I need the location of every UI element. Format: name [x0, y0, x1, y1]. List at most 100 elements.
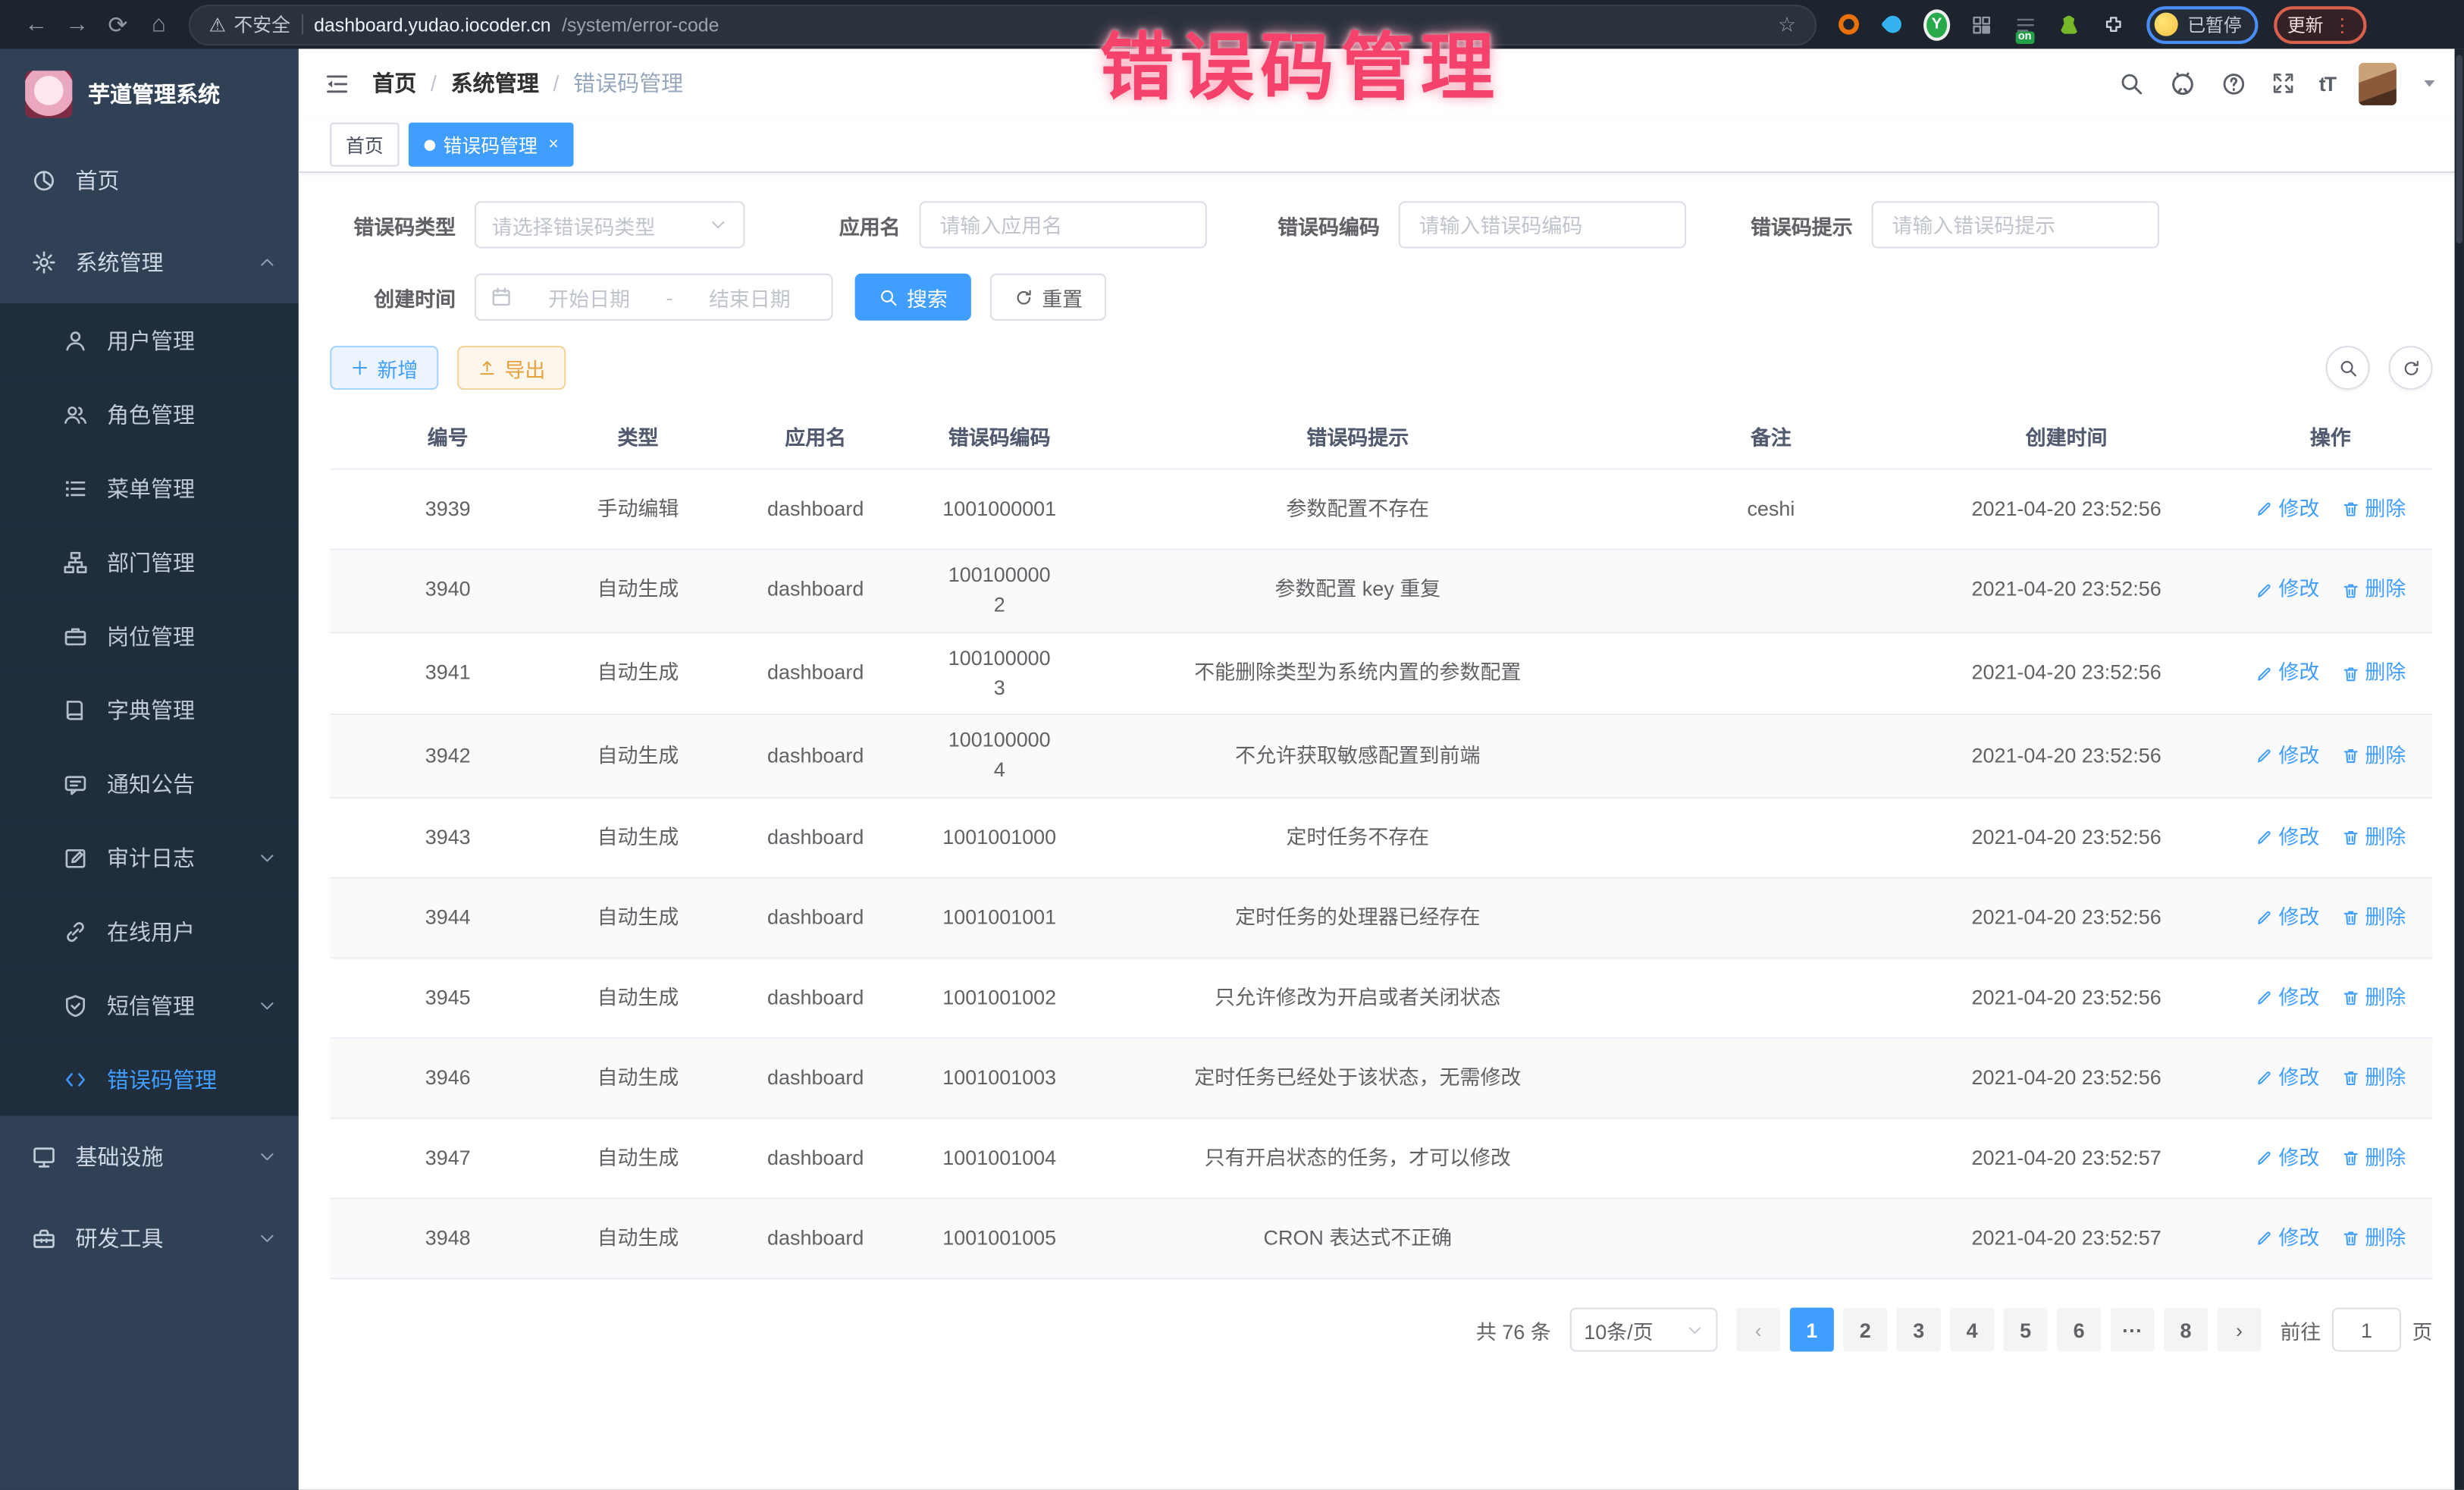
browser-update-button[interactable]: 更新 ⋮: [2273, 5, 2365, 43]
delete-link[interactable]: 删除: [2341, 742, 2406, 771]
extensions-puzzle-icon[interactable]: [2099, 11, 2126, 38]
edit-link[interactable]: 修改: [2255, 494, 2319, 524]
delete-link[interactable]: 删除: [2341, 1143, 2406, 1173]
browser-forward-icon[interactable]: →: [57, 11, 98, 38]
create-time-range-picker[interactable]: 开始日期 - 结束日期: [475, 274, 833, 321]
page-scrollbar[interactable]: [2455, 49, 2464, 1490]
browser-reload-icon[interactable]: ⟳: [98, 10, 139, 38]
cell-code: 1001001003: [921, 1052, 1078, 1104]
error-code-input[interactable]: [1416, 212, 1669, 238]
edit-link[interactable]: 修改: [2255, 576, 2319, 605]
sidebar-item-sms[interactable]: 短信管理: [0, 968, 299, 1042]
cell-id: 3944: [330, 892, 566, 944]
app-name-input[interactable]: [936, 212, 1190, 238]
delete-link[interactable]: 删除: [2341, 1224, 2406, 1253]
sidebar-item-post[interactable]: 岗位管理: [0, 599, 299, 673]
browser-home-icon[interactable]: ⌂: [138, 11, 179, 38]
toggle-search-button[interactable]: [2326, 346, 2370, 390]
browser-profile-chip[interactable]: 已暂停: [2146, 5, 2257, 43]
browser-menu-kebab-icon[interactable]: ⋮: [2333, 14, 2352, 36]
help-icon[interactable]: [2220, 70, 2246, 96]
pager-page-6[interactable]: 6: [2057, 1308, 2101, 1352]
font-size-icon[interactable]: tT: [2319, 71, 2335, 95]
sidebar-item-user[interactable]: 用户管理: [0, 303, 299, 377]
cell-time: 2021-04-20 23:52:56: [1904, 812, 2228, 864]
bookmark-star-icon[interactable]: ☆: [1778, 12, 1796, 37]
sidebar-item-audit[interactable]: 审计日志: [0, 820, 299, 894]
pager-page-4[interactable]: 4: [1950, 1308, 1994, 1352]
delete-link[interactable]: 删除: [2341, 494, 2406, 524]
sidebar-item-dict[interactable]: 字典管理: [0, 673, 299, 746]
sidebar-collapse-icon[interactable]: [324, 70, 350, 96]
sidebar-item-devtools[interactable]: 研发工具: [0, 1197, 299, 1279]
extension-orange-icon[interactable]: [1835, 11, 1862, 38]
error-type-select[interactable]: 请选择错误码类型: [475, 201, 745, 248]
pager-page-3[interactable]: 3: [1897, 1308, 1941, 1352]
github-icon[interactable]: [2168, 69, 2196, 97]
delete-link[interactable]: 删除: [2341, 823, 2406, 852]
chevron-down-icon: [258, 848, 277, 867]
pager-next[interactable]: ›: [2218, 1308, 2262, 1352]
pencil-icon: [2255, 1069, 2274, 1088]
add-button[interactable]: 新增: [330, 346, 438, 390]
edit-link[interactable]: 修改: [2255, 823, 2319, 852]
table-row: 3945自动生成dashboard1001001002只允许修改为开启或者关闭状…: [330, 958, 2432, 1039]
edit-link[interactable]: 修改: [2255, 742, 2319, 771]
address-bar[interactable]: ⚠不安全 dashboard.yudao.iocoder.cn/system/e…: [189, 4, 1817, 45]
user-avatar[interactable]: [2359, 62, 2397, 105]
sidebar-item-infra[interactable]: 基础设施: [0, 1116, 299, 1198]
chevron-down-icon[interactable]: [2420, 74, 2439, 93]
pager-page-5[interactable]: 5: [2004, 1308, 2048, 1352]
sidebar-item-menu[interactable]: 菜单管理: [0, 451, 299, 525]
error-hint-input[interactable]: [1889, 212, 2142, 238]
breadcrumb-system[interactable]: 系统管理: [451, 67, 539, 99]
extension-grid-icon[interactable]: [1967, 11, 1994, 38]
not-secure-indicator[interactable]: ⚠不安全: [209, 11, 290, 38]
table-row: 3947自动生成dashboard1001001004只有开启状态的任务，才可以…: [330, 1119, 2432, 1200]
edit-link[interactable]: 修改: [2255, 983, 2319, 1013]
sidebar-item-notice[interactable]: 通知公告: [0, 747, 299, 820]
export-button[interactable]: 导出: [457, 346, 566, 390]
tab-error-code[interactable]: 错误码管理 ×: [409, 123, 575, 167]
extension-blue-drop-icon[interactable]: [1879, 11, 1906, 38]
reset-button[interactable]: 重置: [990, 274, 1106, 321]
browser-back-icon[interactable]: ←: [16, 11, 57, 38]
sidebar-item-errorcode[interactable]: 错误码管理: [0, 1042, 299, 1115]
sidebar-item-system[interactable]: 系统管理: [0, 221, 299, 303]
search-icon[interactable]: [2118, 70, 2144, 96]
sidebar-item-role[interactable]: 角色管理: [0, 377, 299, 450]
extension-onetab-icon[interactable]: on: [2011, 11, 2038, 38]
tab-home[interactable]: 首页: [330, 123, 399, 167]
edit-link[interactable]: 修改: [2255, 903, 2319, 933]
page-size-select[interactable]: 10条/页: [1570, 1308, 1718, 1352]
sidebar-item-home[interactable]: 首页: [0, 140, 299, 221]
book-icon: [63, 697, 88, 722]
close-icon[interactable]: ×: [548, 135, 558, 154]
goto-page-input[interactable]: [2332, 1308, 2401, 1352]
pager-page-8[interactable]: 8: [2164, 1308, 2208, 1352]
sidebar: 芋道管理系统 首页系统管理用户管理角色管理菜单管理部门管理岗位管理字典管理通知公…: [0, 49, 299, 1490]
pager-page-1[interactable]: 1: [1790, 1308, 1834, 1352]
delete-link[interactable]: 删除: [2341, 903, 2406, 933]
delete-link[interactable]: 删除: [2341, 1063, 2406, 1093]
delete-link[interactable]: 删除: [2341, 576, 2406, 605]
cell-time: 2021-04-20 23:52:56: [1904, 892, 2228, 944]
search-button[interactable]: 搜索: [855, 274, 971, 321]
pager-prev[interactable]: ‹: [1736, 1308, 1780, 1352]
extension-green-person-icon[interactable]: [2055, 11, 2082, 38]
sidebar-item-dept[interactable]: 部门管理: [0, 525, 299, 598]
delete-link[interactable]: 删除: [2341, 983, 2406, 1013]
edit-link[interactable]: 修改: [2255, 1224, 2319, 1253]
delete-link[interactable]: 删除: [2341, 659, 2406, 689]
fullscreen-icon[interactable]: [2270, 71, 2295, 96]
app-logo-row[interactable]: 芋道管理系统: [0, 49, 299, 140]
breadcrumb-home[interactable]: 首页: [372, 67, 416, 99]
edit-link[interactable]: 修改: [2255, 659, 2319, 689]
pager-page-2[interactable]: 2: [1843, 1308, 1887, 1352]
refresh-table-button[interactable]: [2389, 346, 2433, 390]
extension-yudao-icon[interactable]: Y: [1923, 11, 1950, 38]
pager-more[interactable]: ···: [2111, 1308, 2155, 1352]
edit-link[interactable]: 修改: [2255, 1063, 2319, 1093]
sidebar-item-online[interactable]: 在线用户: [0, 894, 299, 968]
edit-link[interactable]: 修改: [2255, 1143, 2319, 1173]
